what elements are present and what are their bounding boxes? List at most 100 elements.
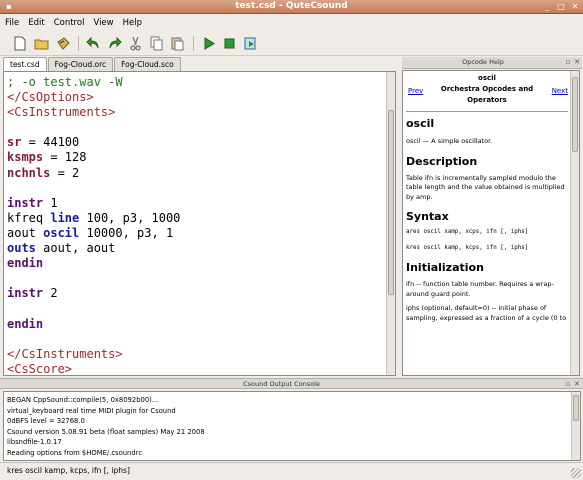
code-token: instr [7, 195, 44, 210]
console-float-icon[interactable]: ▫ [564, 380, 572, 389]
code-token: sr [7, 135, 22, 150]
save-button[interactable] [55, 35, 72, 52]
menu-help[interactable]: Help [123, 18, 142, 28]
code-token: = 44100 [21, 135, 80, 150]
code-line[interactable]: sr = 44100 [7, 135, 180, 150]
status-text: kres oscil kamp, kcps, ifn [, iphs] [7, 466, 130, 475]
open-folder-icon [34, 39, 49, 50]
undo-button[interactable] [85, 35, 102, 52]
console-scrollbar[interactable] [571, 392, 580, 460]
console-line: libsndfile-1.0.17 [7, 438, 62, 447]
code-token: endin [7, 316, 44, 331]
code-line[interactable]: instr 2 [7, 286, 180, 301]
code-line[interactable] [7, 120, 180, 135]
cut-button[interactable] [127, 35, 144, 52]
code-token: line [50, 210, 80, 225]
menu-control[interactable]: Control [54, 18, 85, 28]
redo-icon [109, 36, 122, 49]
close-icon[interactable]: ✕ [570, 2, 580, 12]
console-header: Csound Output Console ▫ ✕ [0, 378, 583, 389]
code-editor[interactable]: ; -o test.wav -W </CsOptions> <CsInstrumen… [3, 71, 396, 376]
code-token: 10000, p3, 1 [79, 225, 174, 240]
code-line[interactable]: ksmps = 128 [7, 150, 180, 165]
resize-grip[interactable] [571, 468, 581, 478]
code-line[interactable]: aout oscil 10000, p3, 1 [7, 226, 180, 241]
help-next-link[interactable]: Next [552, 87, 568, 95]
menu-file[interactable]: File [5, 18, 19, 28]
help-opcode-name: oscil [478, 74, 496, 82]
code-line[interactable] [7, 332, 180, 347]
code-token: nchnls [7, 165, 51, 180]
code-token: </CsOptions> [7, 90, 94, 105]
help-init-1: ifn -- function table number. Requires a… [406, 280, 554, 298]
code-token: = 2 [50, 165, 80, 180]
new-file-button[interactable] [11, 35, 28, 52]
maximize-icon[interactable]: □ [556, 2, 566, 12]
console-line: virtual_keyboard real time MIDI plugin f… [7, 406, 176, 415]
menu-edit[interactable]: Edit [28, 18, 44, 28]
help-prev-link[interactable]: Prev [408, 87, 423, 95]
code-line[interactable]: <CsScore> [7, 361, 180, 376]
copy-icon [150, 36, 163, 51]
cut-icon [130, 36, 141, 51]
code-line[interactable] [7, 181, 180, 196]
code-line[interactable]: endin [7, 256, 180, 271]
stop-icon [224, 38, 235, 49]
close-help-icon[interactable]: ✕ [573, 58, 581, 67]
undo-icon [86, 36, 99, 49]
code-line[interactable]: nchnls = 2 [7, 166, 180, 181]
open-button[interactable] [33, 35, 50, 52]
copy-button[interactable] [148, 35, 165, 52]
output-console[interactable]: BEGAN CppSound::compile(5, 0x8092b00)...… [3, 391, 581, 461]
stop-button[interactable] [221, 35, 238, 52]
code-line[interactable]: instr 1 [7, 196, 180, 211]
paste-button[interactable] [169, 35, 186, 52]
minimize-icon[interactable]: _ [542, 2, 552, 12]
window-title: test.csd - QuteCsound [235, 1, 348, 11]
help-description: Table ifn is incrementally sampled modul… [406, 173, 565, 201]
title-bar: ▪ test.csd - QuteCsound _ □ ✕ [0, 0, 583, 14]
code-token: <CsInstruments> [7, 105, 116, 120]
console-line: BEGAN CppSound::compile(5, 0x8092b00)... [7, 396, 159, 404]
code-line[interactable] [7, 271, 180, 286]
console-close-icon[interactable]: ✕ [573, 380, 581, 389]
console-scrollbar-thumb[interactable] [573, 395, 579, 421]
run-button[interactable] [200, 35, 217, 52]
code-line[interactable]: endin [7, 317, 180, 332]
console-line: Reading options from $HOME/.csoundrc [7, 448, 143, 457]
code-token: instr [7, 286, 44, 301]
file-tabs: test.csd Fog-Cloud.orc Fog-Cloud.sco [3, 57, 182, 71]
help-scrollbar[interactable] [570, 71, 579, 375]
code-token: kfreq [7, 210, 51, 225]
run-icon [204, 37, 215, 50]
code-line[interactable]: ; -o test.wav -W [7, 75, 180, 90]
code-token: </CsInstruments> [7, 346, 123, 361]
code-line[interactable]: kfreq line 100, p3, 1000 [7, 211, 180, 226]
float-icon[interactable]: ▫ [564, 58, 572, 67]
code-line[interactable]: <CsInstruments> [7, 105, 180, 120]
code-token: = 128 [43, 150, 87, 165]
code-line[interactable]: </CsOptions> [7, 90, 180, 105]
code-line[interactable]: outs aout, aout [7, 241, 180, 256]
tab-test-csd[interactable]: test.csd [3, 57, 47, 71]
redo-button[interactable] [106, 35, 123, 52]
code-token: outs [7, 241, 36, 256]
tab-fog-cloud-sco[interactable]: Fog-Cloud.sco [114, 57, 181, 71]
editor-scrollbar[interactable] [386, 72, 395, 375]
editor-scrollbar-thumb[interactable] [388, 110, 394, 295]
code-token: 100, p3, 1000 [79, 210, 181, 225]
paste-icon [171, 37, 184, 51]
help-scrollbar-thumb[interactable] [572, 77, 578, 152]
code-token: ksmps [7, 150, 44, 165]
status-bar: kres oscil kamp, kcps, ifn [, iphs] [0, 462, 583, 480]
tab-fog-cloud-orc[interactable]: Fog-Cloud.orc [47, 57, 114, 71]
help-summary: oscil — A simple oscillator. [406, 137, 493, 145]
menu-view[interactable]: View [93, 18, 113, 28]
code-line[interactable]: </CsInstruments> [7, 347, 180, 362]
code-token: <CsScore> [7, 361, 73, 376]
help-syntax-1: ares oscil xamp, xcps, ifn [, iphs] [406, 229, 529, 235]
render-button[interactable] [242, 35, 259, 52]
code-line[interactable] [7, 301, 180, 316]
code-token: 2 [43, 286, 58, 301]
code-text[interactable]: ; -o test.wav -W </CsOptions> <CsInstrumen… [7, 75, 180, 376]
